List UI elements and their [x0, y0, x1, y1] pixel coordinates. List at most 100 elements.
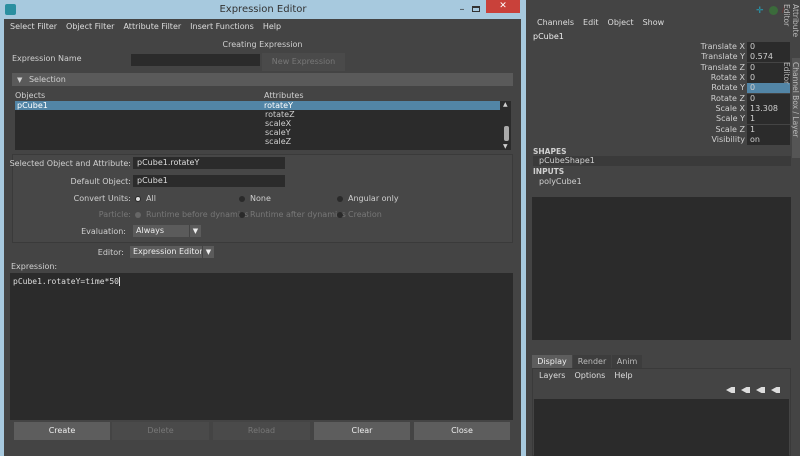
expression-name-label: Expression Name — [12, 54, 82, 63]
radio-icon — [239, 211, 245, 218]
shape-item[interactable]: pCubeShape1 — [533, 156, 791, 166]
default-object-field[interactable]: pCube1 — [133, 175, 285, 187]
menu-layers[interactable]: Layers — [539, 371, 565, 380]
menu-help[interactable]: Help — [263, 22, 281, 31]
object-item-pcube1[interactable]: pCube1 — [15, 101, 262, 110]
menu-channels[interactable]: Channels — [537, 18, 574, 27]
channel-row[interactable]: Rotate X0 — [533, 73, 791, 84]
channel-row[interactable]: Translate Y 0.574 — [533, 52, 791, 63]
create-button[interactable]: Create — [14, 422, 110, 440]
selection-section-header[interactable]: ▼ Selection — [12, 73, 513, 86]
scroll-down-icon[interactable]: ▼ — [503, 143, 508, 150]
attribute-item[interactable]: rotateY — [262, 101, 500, 110]
menu-object-filter[interactable]: Object Filter — [66, 22, 114, 31]
particle-before-radio[interactable]: Runtime before dynamics — [135, 210, 249, 219]
radio-selected-icon — [135, 195, 141, 202]
attribute-item[interactable]: scaleX — [262, 119, 511, 128]
expression-editor-window: Expression Editor – ✕ Select Filter Objec… — [0, 0, 526, 456]
menu-layer-help[interactable]: Help — [614, 371, 632, 380]
default-object-label: Default Object: — [70, 177, 131, 186]
scroll-thumb[interactable] — [504, 126, 509, 141]
channel-value-field[interactable]: on — [747, 135, 790, 146]
editor-label: Editor: — [97, 248, 124, 257]
maximize-button[interactable] — [472, 6, 480, 12]
layer-list — [534, 399, 789, 456]
convert-units-label: Convert Units: — [73, 194, 131, 203]
new-layer-selected-icon[interactable] — [771, 387, 780, 393]
minimize-button[interactable]: – — [456, 0, 468, 19]
menu-bar: Select Filter Object Filter Attribute Filt… — [10, 22, 290, 31]
expression-name-input[interactable] — [131, 54, 260, 66]
radio-icon — [337, 195, 343, 202]
tab-display[interactable]: Display — [532, 355, 572, 368]
evaluation-dropdown[interactable]: Always ▼ — [133, 225, 201, 237]
menu-edit[interactable]: Edit — [583, 18, 599, 27]
close-dialog-button[interactable]: Close — [414, 422, 510, 440]
attributes-scrollbar[interactable]: ▲ ▼ — [502, 101, 511, 150]
channel-value-field[interactable]: 0 — [747, 93, 790, 104]
menu-insert-functions[interactable]: Insert Functions — [190, 22, 254, 31]
particle-after-radio[interactable]: Runtime after dynamics — [239, 210, 346, 219]
channel-row[interactable]: Scale Z1 — [533, 124, 791, 135]
attribute-item[interactable]: scaleY — [262, 128, 511, 137]
shapes-label: SHAPES — [533, 147, 567, 156]
convert-all-radio[interactable]: All — [135, 194, 156, 203]
channel-value-field[interactable]: 0.574 — [747, 52, 790, 63]
objects-label: Objects — [15, 91, 46, 100]
new-layer-icon[interactable] — [756, 387, 765, 393]
channel-name: Rotate Z — [710, 93, 745, 103]
objects-list[interactable]: pCube1 — [15, 101, 262, 150]
radio-icon — [239, 195, 245, 202]
menu-object[interactable]: Object — [608, 18, 634, 27]
channel-row[interactable]: Scale X 13.308 — [533, 104, 791, 115]
move-layer-up-icon[interactable] — [726, 387, 735, 393]
side-tab-channel-box[interactable]: Channel Box / Layer Editor — [782, 58, 800, 158]
reload-button[interactable]: Reload — [213, 422, 310, 440]
channel-row[interactable]: Rotate Z0 — [533, 93, 791, 104]
expression-textarea[interactable]: pCube1.rotateY=time*50 — [10, 273, 513, 420]
text-cursor — [118, 277, 120, 286]
convert-none-radio[interactable]: None — [239, 194, 271, 203]
inputs-label: INPUTS — [533, 167, 565, 176]
channel-row[interactable]: Translate Z0 — [533, 62, 791, 73]
attribute-item[interactable]: rotateZ — [262, 110, 511, 119]
tab-anim[interactable]: Anim — [612, 355, 642, 368]
channel-row[interactable]: Scale Y1 — [533, 114, 791, 125]
channel-box-menu: Channels Edit Object Show — [537, 18, 673, 27]
delete-button[interactable]: Delete — [112, 422, 209, 440]
menu-attribute-filter[interactable]: Attribute Filter — [123, 22, 181, 31]
side-tab-attribute-editor[interactable]: Attribute Editor — [782, 0, 800, 52]
editor-dropdown[interactable]: Expression Editor ▼ — [130, 246, 214, 258]
menu-options[interactable]: Options — [574, 371, 605, 380]
channel-value-field[interactable]: 0 — [747, 83, 790, 94]
channel-value-field[interactable]: 1 — [747, 124, 790, 135]
axis-icon[interactable]: ✛ — [756, 6, 764, 16]
window-title: Expression Editor — [219, 4, 307, 15]
particle-creation-radio[interactable]: Creation — [337, 210, 382, 219]
attributes-list[interactable]: rotateY rotateZ scaleX scaleY scaleZ ▲ ▼ — [262, 101, 511, 150]
move-layer-down-icon[interactable] — [741, 387, 750, 393]
close-button[interactable]: ✕ — [486, 0, 520, 13]
maya-logo-icon — [5, 4, 16, 15]
channel-row[interactable]: Translate X0 — [533, 42, 791, 52]
menu-select-filter[interactable]: Select Filter — [10, 22, 57, 31]
sphere-icon[interactable] — [769, 6, 778, 15]
tab-render[interactable]: Render — [573, 355, 611, 368]
channel-value-field[interactable]: 0 — [747, 42, 790, 52]
channel-name: Translate Y — [701, 52, 745, 62]
attribute-item[interactable]: scaleZ — [262, 137, 511, 146]
new-expression-button[interactable]: New Expression — [262, 53, 345, 71]
clear-button[interactable]: Clear — [314, 422, 410, 440]
channel-row[interactable]: Rotate Y0 — [533, 83, 791, 94]
scroll-up-icon[interactable]: ▲ — [503, 101, 508, 108]
input-item[interactable]: polyCube1 — [539, 177, 582, 186]
channel-value-field[interactable]: 1 — [747, 114, 790, 125]
menu-show[interactable]: Show — [643, 18, 665, 27]
channel-name: Translate Z — [700, 62, 745, 72]
channel-row[interactable]: Visibility on — [533, 135, 791, 146]
convert-angular-radio[interactable]: Angular only — [337, 194, 399, 203]
channel-value-field[interactable]: 13.308 — [747, 104, 790, 115]
dialog-body: Select Filter Object Filter Attribute Filt… — [4, 19, 521, 456]
selected-object-field[interactable]: pCube1.rotateY — [133, 157, 285, 169]
channel-name: Translate X — [700, 42, 745, 51]
